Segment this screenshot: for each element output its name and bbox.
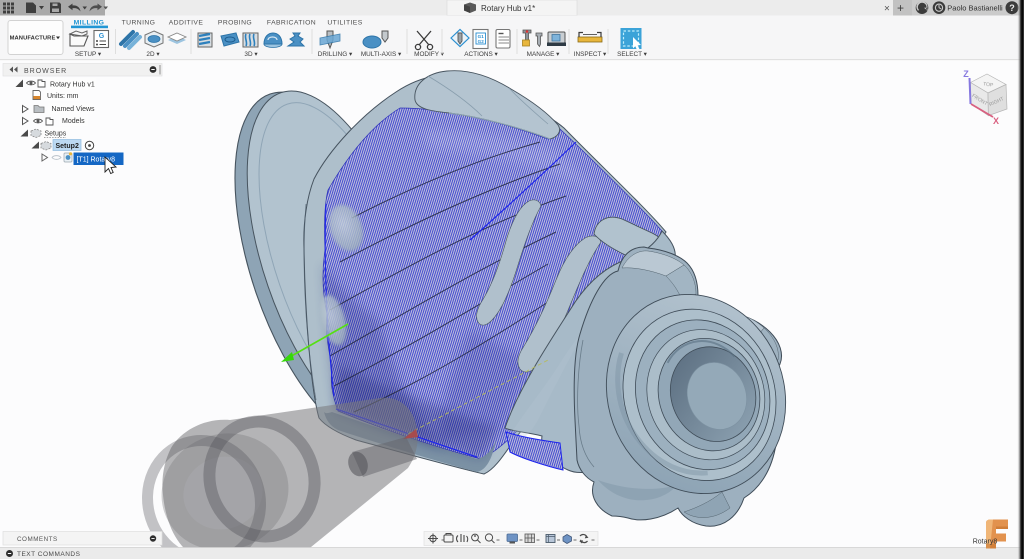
svg-text:G2: G2 — [478, 39, 485, 44]
svg-text:MILLING: MILLING — [74, 20, 105, 27]
svg-text:?: ? — [1009, 3, 1015, 13]
svg-text:COMMENTS: COMMENTS — [17, 536, 58, 543]
svg-text:Rotary8: Rotary8 — [973, 539, 998, 546]
svg-text:MANUFACTURE: MANUFACTURE — [10, 36, 56, 42]
svg-text:ADDITIVE: ADDITIVE — [169, 20, 204, 27]
svg-text:ACTIONS ▾: ACTIONS ▾ — [464, 51, 497, 58]
svg-text:Rotary Hub v1*: Rotary Hub v1* — [481, 4, 535, 13]
svg-text:MODIFY ▾: MODIFY ▾ — [414, 51, 444, 58]
svg-text:Setup2: Setup2 — [56, 143, 79, 150]
svg-text:INSPECT ▾: INSPECT ▾ — [574, 51, 607, 58]
svg-text:Named Views: Named Views — [52, 106, 96, 113]
svg-text:BROWSER: BROWSER — [24, 68, 67, 75]
svg-text:UTILITIES: UTILITIES — [327, 20, 362, 27]
svg-text:DRILLING ▾: DRILLING ▾ — [318, 51, 352, 58]
svg-text:G: G — [99, 33, 105, 40]
svg-text:TURNING: TURNING — [122, 20, 156, 27]
svg-text:SELECT ▾: SELECT ▾ — [617, 51, 647, 58]
svg-text:3D ▾: 3D ▾ — [244, 51, 257, 58]
svg-text:Models: Models — [62, 118, 85, 125]
svg-text:+: + — [897, 1, 904, 15]
svg-text:Units: mm: Units: mm — [47, 93, 79, 100]
svg-text:Rotary Hub v1: Rotary Hub v1 — [50, 82, 95, 89]
svg-text:TEXT COMMANDS: TEXT COMMANDS — [17, 551, 81, 558]
svg-text:MULTI-AXIS ▾: MULTI-AXIS ▾ — [361, 51, 401, 58]
svg-text:Paolo Bastianelli: Paolo Bastianelli — [947, 4, 1003, 13]
svg-text:Setups: Setups — [45, 131, 67, 138]
svg-text:×: × — [884, 4, 890, 15]
svg-text:FABRICATION: FABRICATION — [267, 20, 316, 27]
svg-text:MANAGE ▾: MANAGE ▾ — [527, 51, 560, 58]
svg-text:SETUP ▾: SETUP ▾ — [75, 51, 101, 58]
svg-text:2D ▾: 2D ▾ — [146, 51, 159, 58]
svg-text:X: X — [993, 116, 999, 126]
svg-text:Z: Z — [963, 69, 969, 79]
svg-text:PROBING: PROBING — [218, 20, 252, 27]
